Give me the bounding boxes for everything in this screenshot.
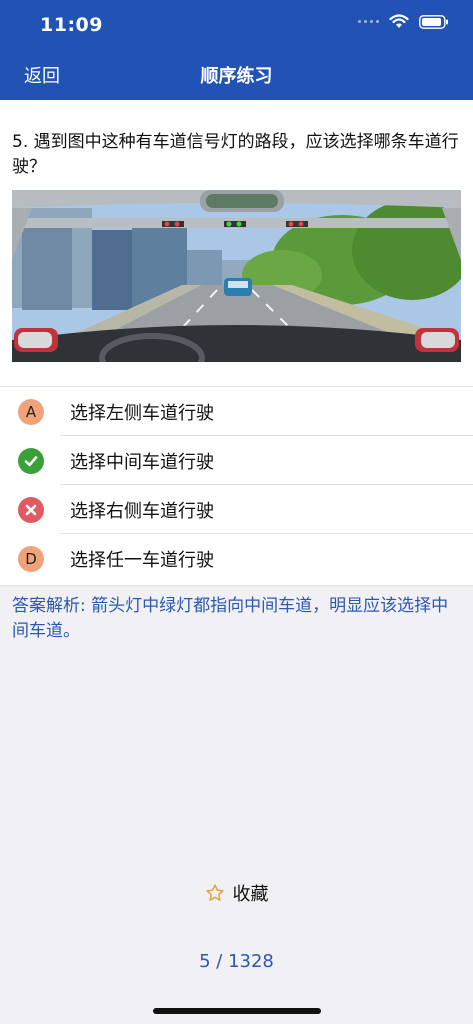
options-list: A 选择左侧车道行驶 选择中间车道行驶 选择右侧车道行驶 D 选择任一车道行驶 bbox=[0, 386, 473, 586]
question-image bbox=[12, 190, 461, 362]
home-indicator[interactable] bbox=[153, 1008, 321, 1014]
favorite-button[interactable]: 收藏 bbox=[0, 880, 473, 906]
battery-icon bbox=[419, 14, 448, 29]
option-d-label: 选择任一车道行驶 bbox=[70, 550, 214, 571]
option-a-label: 选择左侧车道行驶 bbox=[70, 403, 214, 424]
header-bar: 11:09 返回 顺序练习 bbox=[0, 0, 473, 100]
option-d-badge: D bbox=[18, 546, 44, 572]
option-a-badge: A bbox=[18, 399, 44, 425]
option-a[interactable]: A 选择左侧车道行驶 bbox=[0, 387, 473, 436]
page-title: 顺序练习 bbox=[200, 66, 273, 87]
option-c-label: 选择右侧车道行驶 bbox=[70, 501, 214, 522]
close-icon bbox=[18, 497, 44, 523]
answer-explanation: 答案解析: 箭头灯中绿灯都指向中间车道，明显应该选择中间车道。 bbox=[12, 596, 449, 641]
status-time: 11:09 bbox=[40, 14, 103, 36]
wifi-icon bbox=[389, 14, 409, 28]
option-d[interactable]: D 选择任一车道行驶 bbox=[0, 534, 473, 583]
option-b-label: 选择中间车道行驶 bbox=[70, 452, 214, 473]
favorite-label: 收藏 bbox=[232, 884, 269, 905]
page-indicator: 5 / 1328 bbox=[199, 951, 274, 972]
star-icon bbox=[205, 884, 224, 901]
option-b[interactable]: 选择中间车道行驶 bbox=[0, 436, 473, 485]
status-icons bbox=[358, 14, 449, 29]
question-text: 5. 遇到图中这种有车道信号灯的路段，应该选择哪条车道行驶？ bbox=[12, 132, 459, 177]
option-c[interactable]: 选择右侧车道行驶 bbox=[0, 485, 473, 534]
checkmark-icon bbox=[18, 448, 44, 474]
cellular-signal-icon bbox=[358, 20, 379, 23]
question-card: 5. 遇到图中这种有车道信号灯的路段，应该选择哪条车道行驶？ bbox=[0, 100, 473, 386]
